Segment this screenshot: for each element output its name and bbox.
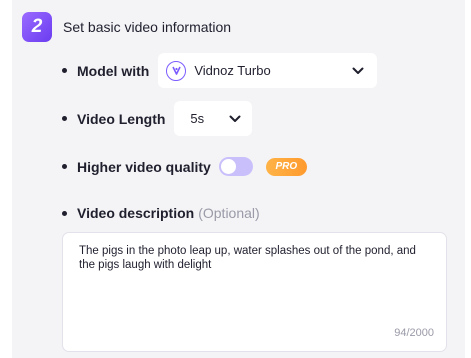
video-length-label: Video Length	[77, 110, 166, 127]
toggle-knob	[220, 159, 236, 174]
model-row: Model with Vidnoz Turbo	[62, 53, 378, 88]
video-length-value: 5s	[190, 111, 205, 126]
step-title: Set basic video information	[63, 19, 232, 35]
video-description-label: Video description	[77, 205, 195, 221]
chevron-down-icon	[229, 115, 241, 122]
video-description-text: The pigs in the photo leap up, water spl…	[79, 245, 416, 271]
model-select-value: Vidnoz Turbo	[194, 63, 271, 78]
character-count: 94/2000	[394, 327, 434, 339]
model-select[interactable]: Vidnoz Turbo	[158, 53, 378, 88]
video-length-select[interactable]: 5s	[174, 101, 253, 136]
higher-quality-label: Higher video quality	[77, 158, 211, 175]
video-description-row: Video description (Optional)	[62, 205, 260, 221]
model-label: Model with	[77, 62, 150, 79]
step-header: 2 Set basic video information	[22, 12, 231, 42]
video-description-input[interactable]: The pigs in the photo leap up, water spl…	[62, 232, 447, 352]
bullet-icon	[62, 210, 67, 216]
video-length-row: Video Length 5s	[62, 101, 253, 136]
pro-badge: PRO	[265, 157, 307, 176]
vidnoz-logo-icon	[166, 60, 187, 81]
bullet-icon	[62, 164, 67, 169]
optional-hint: (Optional)	[198, 205, 260, 221]
chevron-down-icon	[352, 67, 364, 74]
bullet-icon	[62, 68, 67, 73]
higher-quality-toggle[interactable]	[218, 157, 253, 176]
step-number-badge: 2	[22, 12, 52, 42]
bullet-icon	[62, 116, 67, 121]
higher-quality-row: Higher video quality PRO	[62, 157, 307, 176]
